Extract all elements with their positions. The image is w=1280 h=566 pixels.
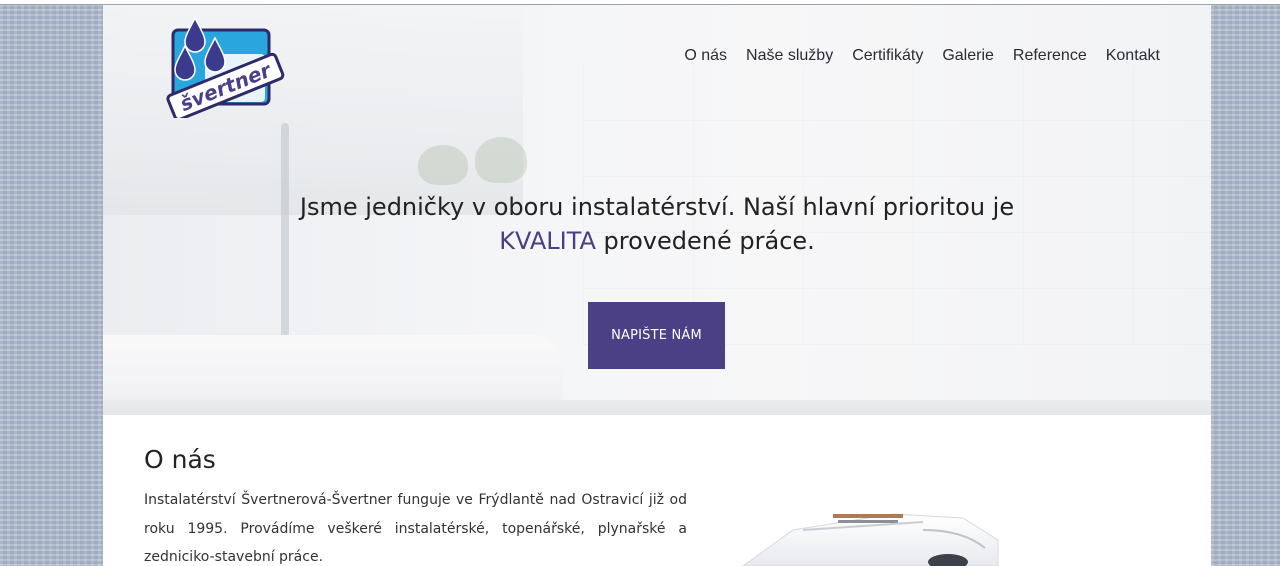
nav-item-nase-sluzby[interactable]: Naše služby [746, 45, 833, 67]
main-navigation: O nás Naše služby Certifikáty Galerie Re… [665, 45, 1160, 67]
contact-us-button[interactable]: NAPIŠTE NÁM [588, 302, 725, 369]
page-container: švertner O nás Naše služby Certifikáty G… [103, 5, 1211, 566]
hero-headline-line1: Jsme jedničky v oboru instalatérství. Na… [299, 193, 1015, 221]
hero-background-plant [475, 137, 527, 183]
hero-headline: Jsme jedničky v oboru instalatérství. Na… [103, 190, 1211, 258]
nav-item-certifikaty[interactable]: Certifikáty [852, 45, 923, 67]
hero-background-floor [103, 400, 1211, 415]
site-logo[interactable]: švertner [165, 16, 285, 118]
about-van-image [742, 513, 999, 566]
about-section-text: Instalatérství Švertnerová-Švertner fung… [144, 492, 687, 565]
nav-item-o-nas[interactable]: O nás [684, 45, 727, 67]
nav-item-kontakt[interactable]: Kontakt [1106, 45, 1160, 67]
hero-section: švertner O nás Naše služby Certifikáty G… [103, 5, 1211, 415]
hero-background-plant [418, 145, 468, 185]
nav-item-reference[interactable]: Reference [1013, 45, 1087, 67]
nav-item-galerie[interactable]: Galerie [942, 45, 994, 67]
about-section-title: O nás [144, 445, 216, 474]
hero-accent-word: KVALITA [499, 227, 596, 255]
hero-headline-line2: provedené práce. [595, 227, 815, 255]
